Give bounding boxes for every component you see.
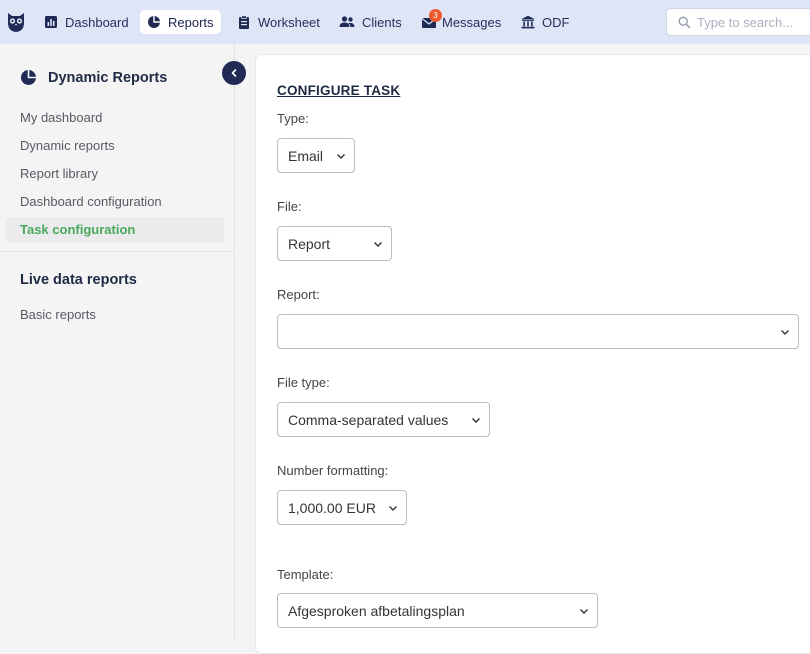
sidebar-item-label: Basic reports: [20, 307, 96, 322]
nav-item-label: Dashboard: [65, 14, 129, 30]
nav-item-label: ODF: [542, 14, 570, 30]
sidebar-divider: [0, 251, 234, 252]
report-label: Report:: [277, 287, 320, 302]
file-select[interactable]: Report: [277, 226, 392, 261]
users-icon: [339, 16, 355, 27]
top-navigation-bar: Dashboard Reports Worksheet Clients 3 Me…: [0, 0, 810, 44]
type-select[interactable]: Email: [277, 138, 355, 173]
type-select-value: Email: [288, 147, 324, 164]
nav-item-odf[interactable]: ODF: [514, 10, 576, 34]
file-label: File:: [277, 199, 302, 214]
number-formatting-select[interactable]: 1,000.00 EUR: [277, 490, 407, 525]
sidebar-item-label: My dashboard: [20, 110, 103, 125]
page-title: CONFIGURE TASK: [277, 83, 401, 98]
collapse-sidebar-button[interactable]: [222, 61, 246, 85]
sidebar-item-my-dashboard[interactable]: My dashboard: [6, 105, 224, 131]
sidebar-item-label: Task configuration: [20, 222, 136, 237]
search-input[interactable]: Type to search...: [666, 8, 810, 36]
nav-item-clients[interactable]: Clients: [332, 10, 409, 34]
file-type-select[interactable]: Comma-separated values: [277, 402, 490, 437]
configure-task-panel: CONFIGURE TASK Type: Email File: Report …: [255, 54, 810, 654]
chevron-down-icon: [389, 506, 397, 511]
search-icon: [678, 15, 691, 29]
file-type-label: File type:: [277, 375, 330, 390]
sidebar-item-dashboard-configuration[interactable]: Dashboard configuration: [6, 189, 224, 215]
sidebar-item-report-library[interactable]: Report library: [6, 161, 224, 187]
unread-count-badge: 3: [429, 9, 442, 22]
pie-chart-icon: [21, 70, 36, 85]
search-placeholder: Type to search...: [697, 14, 794, 30]
template-label: Template:: [277, 567, 334, 582]
file-type-select-value: Comma-separated values: [288, 411, 449, 428]
bank-icon: [521, 15, 535, 29]
nav-item-messages[interactable]: 3 Messages: [414, 9, 508, 34]
chevron-down-icon: [781, 330, 789, 335]
nav-item-label: Reports: [168, 14, 214, 30]
sidebar-item-label: Dashboard configuration: [20, 194, 162, 209]
type-label: Type:: [277, 111, 309, 126]
report-select[interactable]: [277, 314, 799, 349]
sidebar-section-title: Live data reports: [20, 272, 137, 288]
nav-item-label: Worksheet: [258, 14, 320, 30]
template-select[interactable]: Afgesproken afbetalingsplan: [277, 593, 598, 628]
sidebar-item-label: Dynamic reports: [20, 138, 115, 153]
sidebar: Dynamic Reports My dashboard Dynamic rep…: [0, 44, 246, 640]
number-formatting-label: Number formatting:: [277, 463, 389, 478]
nav-item-label: Clients: [362, 14, 402, 30]
chevron-down-icon: [337, 154, 345, 159]
file-select-value: Report: [288, 235, 331, 252]
template-select-value: Afgesproken afbetalingsplan: [288, 602, 465, 619]
sidebar-item-basic-reports[interactable]: Basic reports: [6, 302, 224, 328]
nav-item-dashboard[interactable]: Dashboard: [37, 10, 136, 34]
chevron-left-icon: [231, 69, 237, 77]
number-formatting-select-value: 1,000.00 EUR: [288, 499, 376, 516]
nav-item-label: Messages: [442, 14, 502, 30]
chevron-down-icon: [472, 418, 480, 423]
owl-logo-icon[interactable]: [6, 11, 26, 33]
pie-chart-icon: [148, 16, 160, 28]
chevron-down-icon: [580, 609, 588, 614]
chevron-down-icon: [374, 242, 382, 247]
sidebar-title-text: Dynamic Reports: [48, 69, 168, 86]
nav-item-worksheet[interactable]: Worksheet: [230, 10, 327, 34]
sidebar-title: Dynamic Reports: [20, 69, 167, 86]
nav-item-reports[interactable]: Reports: [140, 10, 221, 34]
bar-chart-icon: [45, 16, 57, 28]
sidebar-item-dynamic-reports[interactable]: Dynamic reports: [6, 133, 224, 159]
sidebar-item-label: Report library: [20, 166, 99, 181]
sidebar-item-task-configuration[interactable]: Task configuration: [6, 217, 224, 243]
clipboard-icon: [239, 15, 249, 29]
